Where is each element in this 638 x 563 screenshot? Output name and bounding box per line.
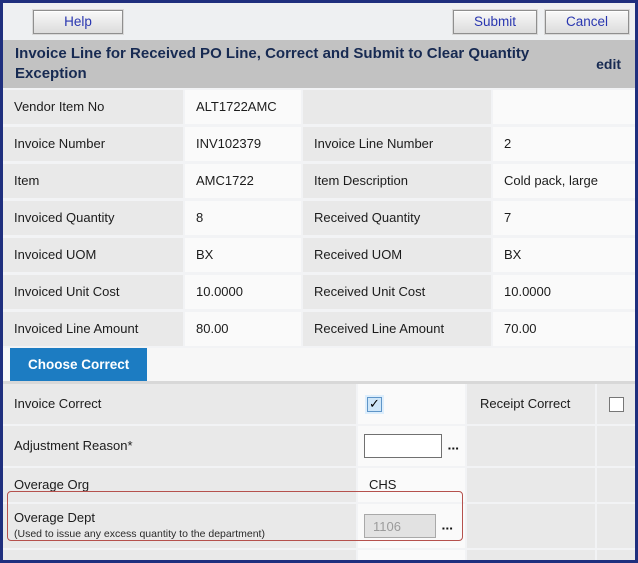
field-label: Received UOM bbox=[303, 238, 491, 272]
field-label: Received Line Amount bbox=[303, 312, 491, 346]
filler-cell bbox=[597, 550, 635, 560]
field-value: 70.00 bbox=[493, 312, 635, 346]
overage-dept-input bbox=[364, 514, 436, 538]
empty-cell bbox=[467, 504, 595, 548]
overage-dept-label: Overage Dept (Used to issue any excess q… bbox=[3, 504, 356, 548]
field-value: 7 bbox=[493, 201, 635, 235]
overage-dept-note: (Used to issue any excess quantity to th… bbox=[14, 528, 356, 541]
help-button[interactable]: Help bbox=[33, 10, 123, 34]
field-label: Invoiced Line Amount bbox=[3, 312, 183, 346]
receipt-correct-checkbox[interactable] bbox=[609, 397, 624, 412]
field-label: Item Description bbox=[303, 164, 491, 198]
field-value: BX bbox=[185, 238, 301, 272]
filler-cell bbox=[467, 550, 595, 560]
tab-choose-correct[interactable]: Choose Correct bbox=[10, 348, 147, 381]
empty-cell bbox=[467, 426, 595, 466]
receipt-correct-label: Receipt Correct bbox=[467, 384, 595, 424]
field-label: Item bbox=[3, 164, 183, 198]
field-label: Invoiced Unit Cost bbox=[3, 275, 183, 309]
field-value: 80.00 bbox=[185, 312, 301, 346]
invoice-line-page: Help Submit Cancel Invoice Line for Rece… bbox=[0, 0, 638, 563]
overage-org-label: Overage Org bbox=[3, 468, 356, 502]
field-value: 8 bbox=[185, 201, 301, 235]
invoice-correct-checkbox[interactable]: ✓ bbox=[367, 397, 382, 412]
filler-cell bbox=[358, 550, 465, 560]
correct-section-table: Invoice Correct ✓ Receipt Correct Adjust… bbox=[3, 384, 635, 560]
field-value: 2 bbox=[493, 127, 635, 161]
overage-org-value: CHS bbox=[358, 468, 465, 502]
empty-cell bbox=[597, 468, 635, 502]
field-label bbox=[303, 90, 491, 124]
field-label: Invoice Number bbox=[3, 127, 183, 161]
section-header: Invoice Line for Received PO Line, Corre… bbox=[3, 40, 635, 88]
field-value: 10.0000 bbox=[185, 275, 301, 309]
adjustment-reason-cell: ▪▪▪ bbox=[358, 426, 465, 466]
field-value: 10.0000 bbox=[493, 275, 635, 309]
page-title: Invoice Line for Received PO Line, Corre… bbox=[15, 44, 560, 85]
field-label: Vendor Item No bbox=[3, 90, 183, 124]
field-value: Cold pack, large bbox=[493, 164, 635, 198]
invoice-detail-table: Vendor Item No ALT1722AMC Invoice Number… bbox=[3, 90, 635, 346]
invoice-correct-label: Invoice Correct bbox=[3, 384, 356, 424]
field-value: BX bbox=[493, 238, 635, 272]
field-value: ALT1722AMC bbox=[185, 90, 301, 124]
adjustment-reason-input[interactable] bbox=[364, 434, 442, 458]
overage-dept-picker-ellipsis-icon[interactable]: ▪▪▪ bbox=[442, 518, 454, 534]
tab-strip: Choose Correct bbox=[3, 348, 635, 384]
submit-button[interactable]: Submit bbox=[453, 10, 537, 34]
overage-dept-cell: ▪▪▪ bbox=[358, 504, 465, 548]
adjustment-reason-picker-ellipsis-icon[interactable]: ▪▪▪ bbox=[448, 438, 460, 454]
field-label: Received Quantity bbox=[303, 201, 491, 235]
cancel-button[interactable]: Cancel bbox=[545, 10, 629, 34]
empty-cell bbox=[597, 426, 635, 466]
checkmark-icon: ✓ bbox=[369, 396, 380, 412]
field-label: Invoiced UOM bbox=[3, 238, 183, 272]
field-value: INV102379 bbox=[185, 127, 301, 161]
filler-cell bbox=[3, 550, 356, 560]
field-value: AMC1722 bbox=[185, 164, 301, 198]
invoice-correct-cell: ✓ bbox=[358, 384, 465, 424]
toolbar: Help Submit Cancel bbox=[3, 3, 635, 40]
field-value bbox=[493, 90, 635, 124]
field-label: Received Unit Cost bbox=[303, 275, 491, 309]
edit-link[interactable]: edit bbox=[596, 56, 621, 72]
adjustment-reason-label: Adjustment Reason* bbox=[3, 426, 356, 466]
field-label: Invoiced Quantity bbox=[3, 201, 183, 235]
field-label: Invoice Line Number bbox=[303, 127, 491, 161]
empty-cell bbox=[467, 468, 595, 502]
overage-dept-label-text: Overage Dept bbox=[14, 510, 95, 525]
receipt-correct-cell bbox=[597, 384, 635, 424]
empty-cell bbox=[597, 504, 635, 548]
